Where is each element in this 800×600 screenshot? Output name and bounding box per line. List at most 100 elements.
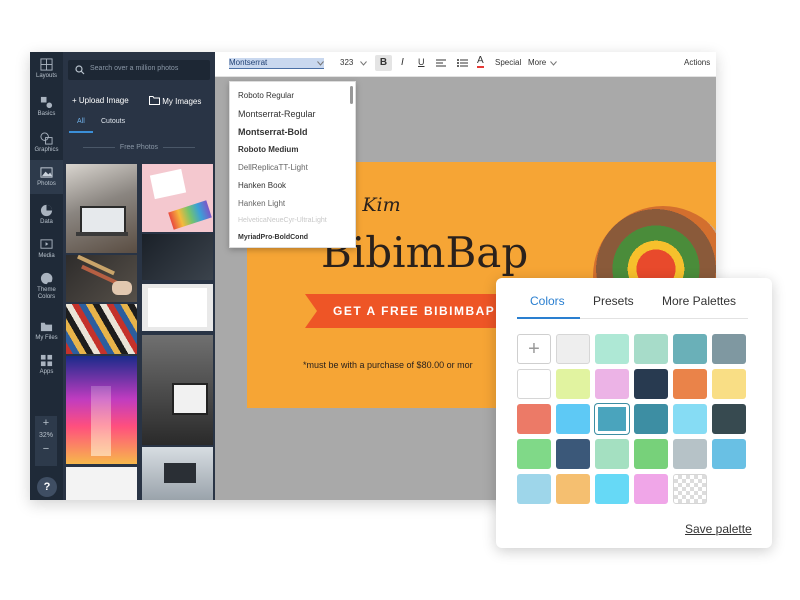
- color-swatch[interactable]: [595, 334, 629, 364]
- color-swatch[interactable]: [712, 404, 746, 434]
- font-option[interactable]: DellReplicaTT-Light: [238, 163, 308, 172]
- rail-media[interactable]: Media: [30, 232, 63, 266]
- text-color-button[interactable]: A: [477, 56, 484, 68]
- rail-my-files[interactable]: My Files: [30, 314, 63, 348]
- help-button[interactable]: ?: [37, 477, 57, 497]
- photo-color-swatches[interactable]: [142, 164, 213, 232]
- search-input[interactable]: Search over a million photos: [68, 60, 210, 80]
- photo-workspace[interactable]: [142, 447, 213, 500]
- actions-button[interactable]: Actions: [684, 58, 710, 67]
- color-swatch[interactable]: [556, 404, 590, 434]
- rail-label: Media: [38, 253, 55, 259]
- font-option[interactable]: Hanken Light: [238, 199, 285, 208]
- color-swatch[interactable]: [517, 369, 551, 399]
- text-icon: [40, 96, 53, 109]
- chevron-down-icon[interactable]: [360, 61, 367, 66]
- tab-indicator: [517, 317, 580, 319]
- font-option[interactable]: Roboto Regular: [238, 91, 294, 100]
- rail-label: Photos: [37, 181, 56, 187]
- tab-cutouts[interactable]: Cutouts: [101, 118, 125, 125]
- font-option[interactable]: Montserrat-Bold: [238, 127, 308, 137]
- rail-basics[interactable]: Basics: [30, 90, 63, 124]
- font-family-select[interactable]: Montserrat: [229, 58, 324, 69]
- color-swatch[interactable]: [712, 334, 746, 364]
- color-swatch[interactable]: [595, 369, 629, 399]
- italic-button[interactable]: I: [401, 57, 404, 68]
- color-swatch[interactable]: [634, 334, 668, 364]
- color-swatch[interactable]: [673, 439, 707, 469]
- photo-books[interactable]: [66, 304, 137, 354]
- rail-label: Graphics: [34, 147, 59, 153]
- color-swatch[interactable]: [712, 369, 746, 399]
- color-swatch[interactable]: [634, 369, 668, 399]
- search-icon: [75, 65, 85, 75]
- color-swatch[interactable]: [517, 439, 551, 469]
- tab-colors[interactable]: Colors: [530, 294, 565, 308]
- color-swatch[interactable]: [517, 474, 551, 504]
- color-swatch[interactable]: [673, 369, 707, 399]
- font-option[interactable]: Roboto Medium: [238, 145, 298, 154]
- upload-image-button[interactable]: + Upload Image: [72, 96, 129, 105]
- chevron-down-icon[interactable]: [550, 61, 557, 66]
- photo-pencils[interactable]: [66, 255, 137, 302]
- font-option[interactable]: Hanken Book: [238, 181, 286, 190]
- color-swatch[interactable]: [673, 334, 707, 364]
- free-photos-heading: Free Photos: [63, 144, 215, 151]
- tab-more-palettes[interactable]: More Palettes: [662, 294, 736, 308]
- color-swatch[interactable]: [556, 369, 590, 399]
- zoom-out-button[interactable]: −: [35, 442, 57, 456]
- photo-neon-corridor[interactable]: [66, 356, 137, 464]
- align-left-icon[interactable]: [436, 59, 446, 68]
- dropdown-scrollbar[interactable]: [350, 86, 353, 104]
- color-swatch[interactable]: [673, 404, 707, 434]
- font-option[interactable]: HelveticaNeueCyr-UltraLight: [238, 217, 327, 224]
- color-swatch[interactable]: [556, 439, 590, 469]
- photo-dark-desk[interactable]: [142, 234, 213, 280]
- rail-layouts[interactable]: Layouts: [30, 52, 63, 86]
- rail-theme-colors[interactable]: Theme Colors: [30, 266, 63, 310]
- font-size-select[interactable]: 323: [340, 58, 353, 67]
- icon-rail: Layouts Basics Graphics Photos Data Medi…: [30, 52, 63, 500]
- save-palette-link[interactable]: Save palette: [685, 522, 752, 536]
- font-option[interactable]: MyriadPro-BoldCond: [238, 234, 308, 241]
- special-button[interactable]: Special: [495, 58, 521, 67]
- color-swatch[interactable]: [634, 439, 668, 469]
- chevron-down-icon[interactable]: [317, 61, 324, 66]
- add-color-button[interactable]: +: [517, 334, 551, 364]
- underline-button[interactable]: U: [418, 57, 425, 67]
- color-swatch[interactable]: [634, 474, 668, 504]
- color-swatch[interactable]: [517, 404, 551, 434]
- photos-panel: Search over a million photos + Upload Im…: [63, 52, 215, 500]
- my-images-button[interactable]: My Images: [149, 96, 201, 106]
- rail-label: Layouts: [35, 73, 57, 79]
- list-icon[interactable]: [457, 59, 468, 68]
- tab-presets[interactable]: Presets: [593, 294, 634, 308]
- text-toolbar: Montserrat 323 B I U A Special More Acti…: [215, 52, 716, 77]
- tab-all[interactable]: All: [77, 118, 85, 125]
- color-swatch[interactable]: [556, 474, 590, 504]
- layout-icon: [40, 58, 53, 71]
- color-swatch[interactable]: [634, 404, 668, 434]
- photo-blank-paper[interactable]: [142, 284, 213, 331]
- photo-lightbox[interactable]: [142, 335, 213, 445]
- color-swatch[interactable]: [595, 439, 629, 469]
- rail-photos[interactable]: Photos: [30, 160, 63, 194]
- photo-white[interactable]: [66, 467, 137, 500]
- more-button[interactable]: More: [528, 58, 546, 67]
- zoom-in-button[interactable]: +: [35, 416, 57, 430]
- photo-laptop[interactable]: [66, 164, 137, 253]
- color-swatch[interactable]: [595, 404, 629, 434]
- fine-print-text[interactable]: *must be with a purchase of $80.00 or mo…: [303, 360, 473, 370]
- rail-graphics[interactable]: Graphics: [30, 126, 63, 160]
- color-swatch[interactable]: [556, 334, 590, 364]
- rail-data[interactable]: Data: [30, 198, 63, 232]
- bold-button[interactable]: B: [375, 55, 392, 71]
- zoom-level: 32%: [38, 432, 53, 439]
- color-swatch[interactable]: [595, 474, 629, 504]
- rail-apps[interactable]: Apps: [30, 348, 63, 382]
- transparent-swatch[interactable]: [673, 474, 707, 504]
- free-photos-label: Free Photos: [119, 144, 159, 151]
- color-swatch[interactable]: [712, 439, 746, 469]
- font-option[interactable]: Montserrat-Regular: [238, 109, 316, 119]
- offer-banner-text[interactable]: GET A FREE BIBIMBAP: [333, 304, 495, 318]
